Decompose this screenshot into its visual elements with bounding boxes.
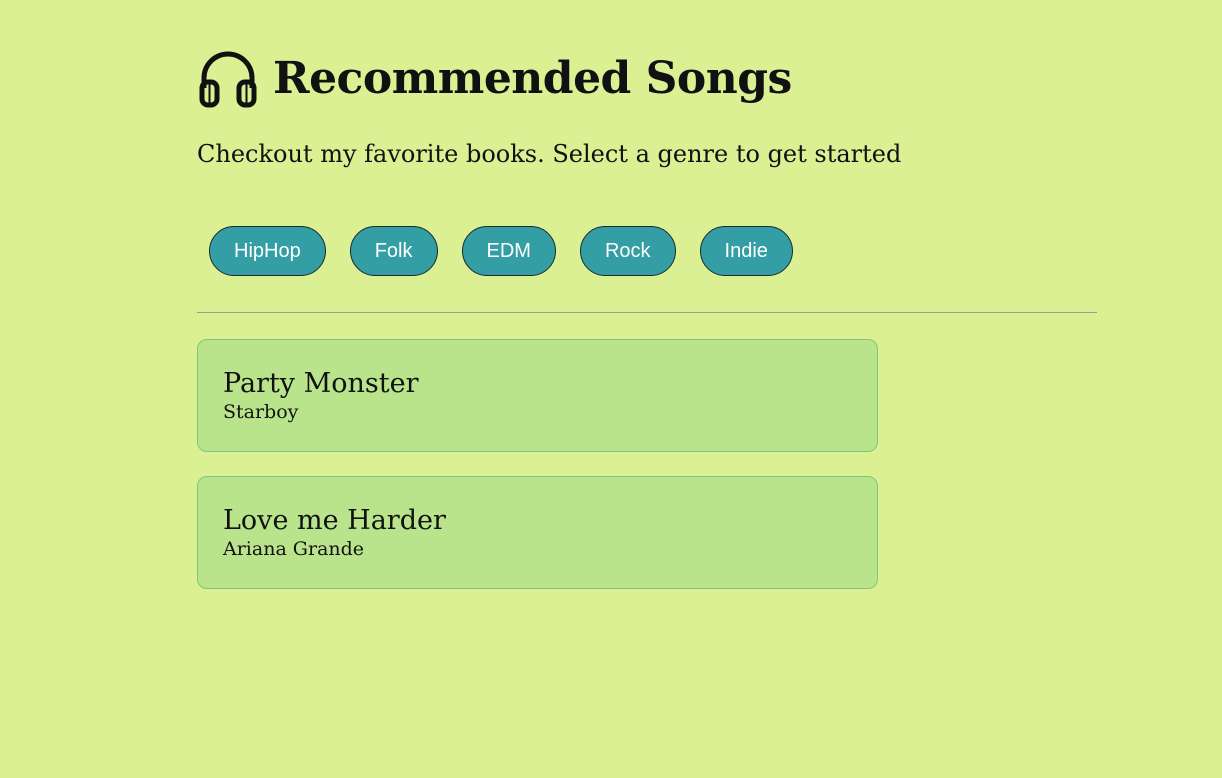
divider [197,312,1097,313]
genre-button-edm[interactable]: EDM [461,226,556,276]
page-subtitle: Checkout my favorite books. Select a gen… [197,140,902,168]
genre-button-indie[interactable]: Indie [699,226,793,276]
title-row: Recommended Songs [197,48,792,110]
song-card: Love me Harder Ariana Grande [197,476,878,589]
song-list: Party Monster Starboy Love me Harder Ari… [197,339,878,613]
song-card: Party Monster Starboy [197,339,878,452]
song-artist: Ariana Grande [223,538,365,560]
headphones-icon [199,51,257,108]
song-title: Love me Harder [223,505,446,536]
page-title: Recommended Songs [273,53,792,104]
genre-button-rock[interactable]: Rock [579,226,676,276]
genre-button-group: HipHop Folk EDM Rock Indie [209,226,817,276]
song-title: Party Monster [223,368,419,399]
genre-button-hiphop[interactable]: HipHop [209,226,326,276]
genre-button-folk[interactable]: Folk [349,226,438,276]
song-artist: Starboy [223,401,299,423]
